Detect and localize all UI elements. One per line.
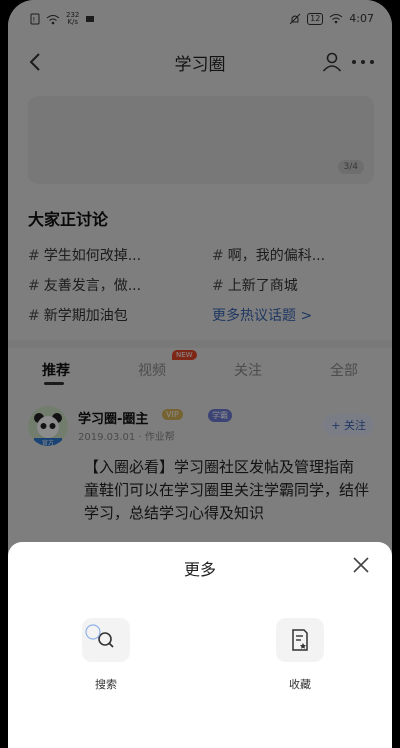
collect-action-box[interactable] xyxy=(276,618,324,662)
bookmark-document-icon xyxy=(292,629,308,651)
search-icon xyxy=(85,624,114,648)
close-icon[interactable] xyxy=(350,554,372,576)
phone-screen: ! 232 K/s 12 4:07 学习圈 3/4 大家正讨论 # 学生如何改掉.… xyxy=(8,0,392,748)
sheet-title: 更多 xyxy=(183,560,216,579)
search-action-box[interactable] xyxy=(82,618,130,662)
search-action-label: 搜索 xyxy=(95,678,117,691)
search-action[interactable]: 搜索 xyxy=(76,618,136,692)
more-bottom-sheet: 更多 搜索 收藏 xyxy=(8,542,392,748)
touch-indicator-icon xyxy=(85,624,101,640)
collect-action[interactable]: 收藏 xyxy=(270,618,330,692)
collect-action-label: 收藏 xyxy=(289,678,311,691)
